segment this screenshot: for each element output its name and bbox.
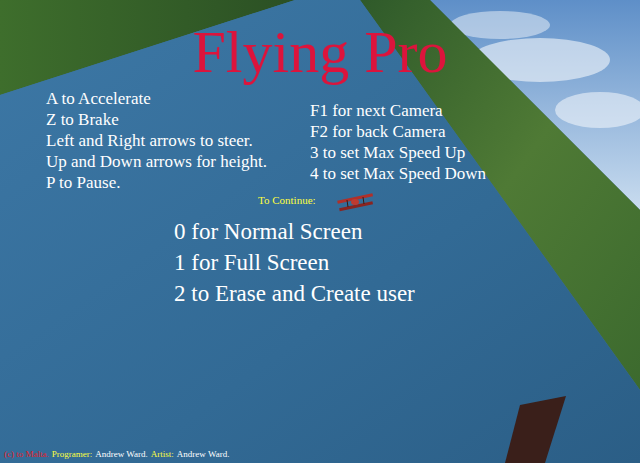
title-screen: Flying Pro A to AccelerateZ to BrakeLeft… [0, 0, 640, 463]
credit-text: Artist: [151, 449, 174, 460]
biplane-icon [335, 192, 375, 214]
screen-option[interactable]: 0 for Normal Screen [174, 216, 640, 247]
control-hint: Z to Brake [46, 109, 310, 130]
credit-text: Andrew Ward. [95, 449, 148, 460]
camera-controls-list: F1 for next CameraF2 for back Camera3 to… [310, 88, 486, 193]
screen-option[interactable]: 1 for Full Screen [174, 247, 640, 278]
credit-text: Programer: [52, 449, 93, 460]
control-hint: A to Accelerate [46, 88, 310, 109]
credits-line: (c) to Malta.Programer:Andrew Ward.Artis… [4, 449, 229, 460]
game-title: Flying Pro [0, 20, 640, 84]
control-hint: P to Pause. [46, 172, 310, 193]
credit-text: Andrew Ward. [177, 449, 230, 460]
screen-option[interactable]: 2 to Erase and Create user [174, 278, 640, 309]
continue-prompt: To Continue: [0, 193, 640, 207]
controls-list: A to AccelerateZ to BrakeLeft and Right … [0, 88, 310, 193]
screen-options: 0 for Normal Screen1 for Full Screen2 to… [0, 216, 640, 309]
camera-hint: 4 to set Max Speed Down [310, 163, 486, 184]
camera-hint: F2 for back Camera [310, 121, 486, 142]
camera-hint: F1 for next Camera [310, 100, 486, 121]
control-hint: Left and Right arrows to steer. [46, 130, 310, 151]
camera-hint: 3 to set Max Speed Up [310, 142, 486, 163]
credit-text: (c) to Malta. [4, 449, 49, 460]
control-hint: Up and Down arrows for height. [46, 151, 310, 172]
